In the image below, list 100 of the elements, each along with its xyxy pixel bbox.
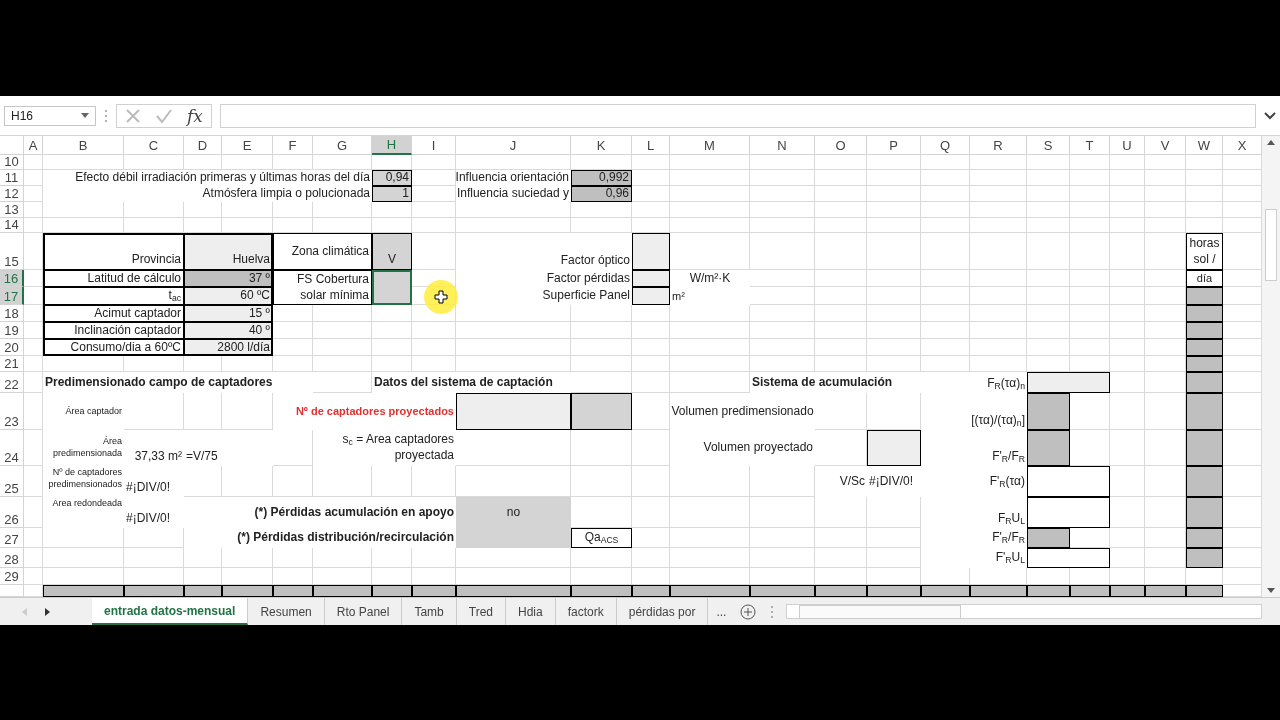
row-header[interactable]: 23 <box>0 393 24 430</box>
column-label: día <box>1186 270 1223 287</box>
column-header[interactable]: F <box>273 136 313 155</box>
column-header[interactable]: S <box>1027 136 1070 155</box>
row-label: Atmósfera limpia o polucionada <box>43 186 372 202</box>
row-header[interactable]: 22 <box>0 372 24 393</box>
row-header[interactable]: 28 <box>0 548 24 568</box>
row-label: F$_{R}$U$_{L}$ <box>921 497 1027 528</box>
value-cell: 0,94 <box>372 170 412 186</box>
sheet-tab[interactable]: Resumen <box>248 598 325 625</box>
row-label: Nº de captadores predimensionados <box>43 466 124 497</box>
row-header[interactable]: 17 <box>0 287 24 305</box>
row-label: F$_{R}$(τα)$_{n}$ <box>921 372 1027 393</box>
sheet-tab[interactable]: entrada datos-mensual <box>92 598 249 625</box>
column-header[interactable]: G <box>313 136 372 155</box>
row-label: (*) Pérdidas distribución/recirculación <box>184 528 456 548</box>
row-header[interactable]: 13 <box>0 202 24 218</box>
column-header[interactable]: M <box>670 136 750 155</box>
column-label: horas sol / <box>1186 233 1223 270</box>
row-header[interactable]: 11 <box>0 170 24 186</box>
column-header[interactable]: U <box>1110 136 1145 155</box>
row-label: Latitud de cálculo <box>43 270 184 287</box>
name-box[interactable]: H16 <box>4 105 96 126</box>
value-cell: 15 º <box>184 305 273 322</box>
row-header[interactable]: 19 <box>0 322 24 339</box>
row-header[interactable]: 26 <box>0 497 24 528</box>
row-label: Volumen predimensionado <box>670 393 815 430</box>
section-heading: Sistema de acumulación <box>750 372 921 393</box>
sheet-tab[interactable]: Tamb <box>402 598 457 625</box>
sheet-tab[interactable]: Rto Panel <box>324 598 403 625</box>
value-cell: #¡DIV/0! <box>867 466 921 497</box>
row-label: FS Cobertura solar mínima <box>273 270 372 305</box>
row-label: F'$_{R}$/F$_{R}$ <box>921 528 1027 548</box>
row-header[interactable]: 15 <box>0 233 24 270</box>
row-label: Superficie Panel <box>456 287 632 305</box>
sheet-tab[interactable]: factork <box>555 598 617 625</box>
row-label: Volumen proyectado <box>670 430 815 466</box>
sheet-tab[interactable]: pérdidas por <box>616 598 709 625</box>
row-label: F'$_{R}$(τα) <box>921 466 1027 497</box>
row-header[interactable]: 20 <box>0 339 24 356</box>
value-cell: V <box>372 233 412 270</box>
value-cell: 37 º <box>184 270 273 287</box>
row-label: Influencia orientación <box>456 170 571 186</box>
value-cell: #¡DIV/0! <box>124 466 184 497</box>
row-header[interactable]: 24 <box>0 430 24 466</box>
row-label: Efecto débil irradiación primeras y últimas horas del día <box>43 170 372 186</box>
row-label: Acimut captador <box>43 305 184 322</box>
value-cell: 1 <box>372 186 412 202</box>
row-header[interactable]: 10 <box>0 155 24 170</box>
row-header[interactable]: 14 <box>0 218 24 233</box>
value-cell: Huelva <box>184 233 273 270</box>
row-label: [(τα)/(τα)$_{n}$] <box>921 393 1027 430</box>
column-header[interactable]: D <box>184 136 222 155</box>
sheet-tab[interactable]: Hdia <box>506 598 556 625</box>
row-header[interactable]: 29 <box>0 568 24 585</box>
column-header[interactable]: C <box>124 136 184 155</box>
column-header[interactable]: B <box>43 136 124 155</box>
column-header[interactable]: K <box>571 136 632 155</box>
column-header[interactable]: A <box>24 136 43 155</box>
row-label: F'$_{R}$/F$_{R}$ <box>921 430 1027 466</box>
column-header[interactable]: T <box>1070 136 1110 155</box>
row-label: t$_{ac}$ <box>43 287 184 305</box>
column-header[interactable]: N <box>750 136 815 155</box>
row-label: Influencia suciedad y <box>456 186 571 202</box>
column-header[interactable]: W <box>1186 136 1223 155</box>
row-label: F'$_{R}$U$_{L}$ <box>921 548 1027 568</box>
row-header[interactable]: 25 <box>0 466 24 497</box>
column-header[interactable]: V <box>1145 136 1186 155</box>
value-cell: 37,33 m² <box>124 430 184 466</box>
row-header[interactable]: 27 <box>0 528 24 548</box>
column-header[interactable]: E <box>222 136 273 155</box>
row-label: Área captador <box>43 393 124 430</box>
column-header[interactable]: L <box>632 136 670 155</box>
row-label: s$_{c}$ = Area captadores proyectada <box>313 430 456 466</box>
section-heading: Datos del sistema de captación <box>372 372 571 393</box>
unit-label: m² <box>670 287 750 305</box>
column-header[interactable]: P <box>867 136 921 155</box>
row-label: Area redondeada <box>43 497 124 528</box>
more-sheets-button[interactable]: ... <box>708 598 735 625</box>
row-header[interactable]: 12 <box>0 186 24 202</box>
insert-function-button[interactable]: fx <box>187 105 203 126</box>
row-header[interactable]: 16 <box>0 270 24 287</box>
column-header[interactable]: I <box>412 136 456 155</box>
column-header[interactable]: R <box>970 136 1027 155</box>
column-header[interactable]: J <box>456 136 571 155</box>
value-cell: 60 ºC <box>184 287 273 305</box>
row-label: Área predimensionada <box>43 430 124 466</box>
row-header[interactable]: 21 <box>0 356 24 372</box>
row-header[interactable]: 18 <box>0 305 24 322</box>
value-cell: 40 º <box>184 322 273 339</box>
row-label: Factor óptico <box>456 233 632 270</box>
column-header[interactable]: X <box>1223 136 1262 155</box>
row-label: Nº de captadores proyectados <box>273 393 456 430</box>
column-header[interactable]: H <box>372 136 412 155</box>
row-label: V/Sc <box>815 466 867 497</box>
column-header[interactable]: O <box>815 136 867 155</box>
sheet-tab[interactable]: Tred <box>456 598 506 625</box>
column-header[interactable]: Q <box>921 136 970 155</box>
value-cell: 0,96 <box>571 186 632 202</box>
row-label: (*) Pérdidas acumulación en apoyo <box>184 497 456 528</box>
